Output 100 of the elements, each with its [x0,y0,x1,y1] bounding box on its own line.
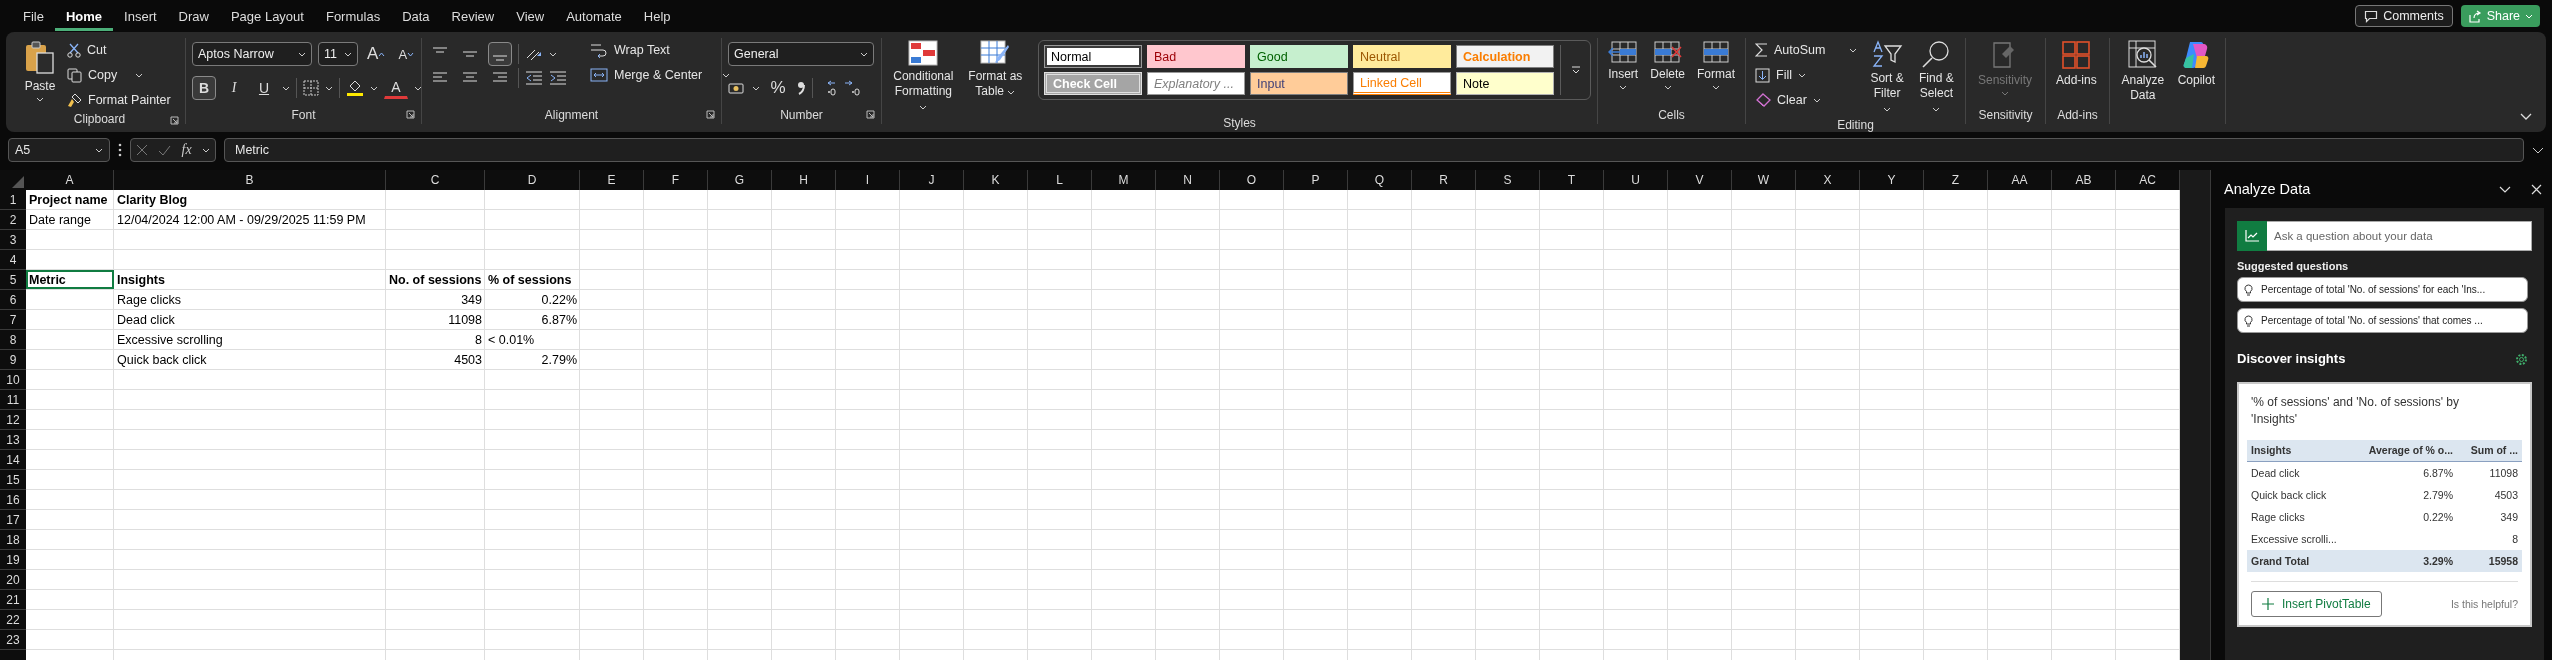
table-cell-text: Dead click [2251,466,2301,479]
comment-icon [2364,9,2379,23]
percent-button[interactable]: % [766,76,790,100]
cell-style-option[interactable]: Input [1250,72,1348,95]
check-icon[interactable] [158,144,172,156]
format-cells-button[interactable]: Format [1693,38,1739,92]
grow-font-button[interactable]: A [364,42,389,66]
column-header: Insights [2251,444,2293,457]
cell-style-option[interactable]: Explanatory ... [1147,72,1245,95]
table-cell-text: 11098 [447,311,483,329]
chevron-down-icon[interactable] [2499,185,2511,193]
collapse-ribbon-icon[interactable] [2520,113,2532,120]
caret-icon [2001,91,2009,96]
menu-tab[interactable]: Review [440,4,506,31]
currency-icon[interactable] [728,81,746,95]
more-options-icon[interactable] [118,143,122,157]
name-box[interactable]: A5 [8,138,110,162]
add-ins-button[interactable]: Add-ins [2052,38,2101,90]
feedback-link[interactable]: Is this helpful? [2450,597,2518,610]
section-heading: Discover insights [2237,351,2346,366]
pane-title: Analyze Data [2224,181,2312,197]
cell-style-option[interactable]: Note [1456,72,1554,95]
suggested-question[interactable]: Percentage of total 'No. of sessions' that comes ... [2237,308,2528,333]
format-as-table-button[interactable]: Format as Table [962,38,1028,101]
settings-icon[interactable] [2515,353,2528,366]
table-cell-text: Clarity Blog [116,191,189,209]
copy-icon [67,67,82,83]
borders-icon[interactable] [303,80,319,96]
group-label: Clipboard [73,112,126,126]
clear-button[interactable]: Clear [1752,88,1861,112]
cell-style-option[interactable]: Normal [1044,45,1142,68]
fill-button[interactable]: Fill [1752,63,1861,87]
dialog-launcher-icon[interactable] [406,110,415,119]
dialog-launcher-icon[interactable] [170,116,179,125]
number-format-dropdown[interactable]: General [728,42,874,66]
dialog-launcher-icon[interactable] [866,110,875,119]
format-toggle-button[interactable]: B [192,76,216,100]
wrap-text-icon [590,42,608,58]
shrink-font-button[interactable]: A [394,42,419,66]
paste-button[interactable]: Paste [20,38,60,104]
comma-style-icon[interactable] [796,80,806,96]
format-toggle-button[interactable]: I [222,76,246,100]
delete-cells-button[interactable]: Delete [1646,38,1689,92]
suggested-question[interactable]: Percentage of total 'No. of sessions' for each 'Ins... [2237,277,2528,302]
lightbulb-icon [2244,283,2253,296]
find-select-button[interactable]: Find & Select [1913,38,1959,118]
cancel-icon[interactable] [136,144,149,156]
menu-tab[interactable]: Draw [167,4,220,31]
expand-icon[interactable] [2532,146,2544,154]
align-icon [492,55,508,61]
plus-icon [2262,597,2274,610]
cell-style-option[interactable]: Bad [1147,45,1245,68]
menu-tab[interactable]: File [12,4,55,31]
decrease-indent-icon[interactable] [525,71,543,85]
question-field[interactable]: Ask a question about your data [2267,221,2532,251]
menu-tab[interactable]: View [505,4,556,31]
sort-filter-button[interactable]: Sort & Filter [1864,38,1910,118]
caret-icon [919,105,928,110]
cell-style-option[interactable]: Good [1250,45,1348,68]
font-family-dropdown[interactable]: Aptos Narrow [192,42,312,66]
delete-cells-icon [1652,40,1683,64]
table-cell-text: 349 [2499,510,2518,523]
caret-icon [1932,107,1941,112]
copilot-button[interactable]: Copilot [2173,38,2219,90]
caret-icon [378,51,386,57]
font-size-dropdown[interactable]: 11 [318,42,358,66]
close-icon[interactable] [2531,183,2542,195]
caret-icon [752,85,760,91]
cut-button[interactable]: Cut [64,38,174,62]
select-all-icon[interactable] [12,176,24,188]
increase-indent-icon[interactable] [549,71,567,85]
autosum-button[interactable]: AutoSum [1752,38,1861,62]
formula-input[interactable]: Metric [224,138,2524,162]
dialog-launcher-icon[interactable] [706,110,715,119]
scrollbar[interactable] [2180,170,2210,660]
vertical-align-button[interactable] [488,42,512,66]
format-toggle-button[interactable]: U [252,76,276,100]
insert-function-button[interactable]: fx [181,142,192,158]
decrease-decimal-icon[interactable] [843,80,861,96]
table-cell: Metric [26,270,114,289]
font-color-button[interactable]: A [384,77,408,99]
copy-button[interactable]: Copy [64,63,174,87]
conditional-formatting-button[interactable]: Conditional Formatting [888,38,959,116]
analyze-data-button[interactable]: Analyze Data [2116,38,2170,105]
group-label: Number [780,108,823,122]
menu-tab[interactable]: Page Layout [219,4,315,31]
format-painter-button[interactable]: Format Painter [64,88,174,112]
cell-style-option[interactable]: Neutral [1353,45,1451,68]
fill-down-icon [1755,67,1770,83]
comments-button[interactable]: Comments [2355,5,2453,27]
insert-cells-button[interactable]: Insert [1604,38,1643,92]
menu-tab[interactable]: Insert [113,4,168,31]
menu-tab[interactable]: Automate [555,4,633,31]
menu-tab[interactable]: Help [632,4,682,31]
menu-tab[interactable]: Formulas [314,4,392,31]
merge-center-button[interactable]: Merge & Center [587,63,734,87]
insert-pivottable-button[interactable]: Insert PivotTable [2251,590,2382,617]
menu-tab[interactable]: Data [391,4,441,31]
lightbulb-icon [2244,314,2253,327]
fill-color-icon[interactable] [346,79,364,97]
